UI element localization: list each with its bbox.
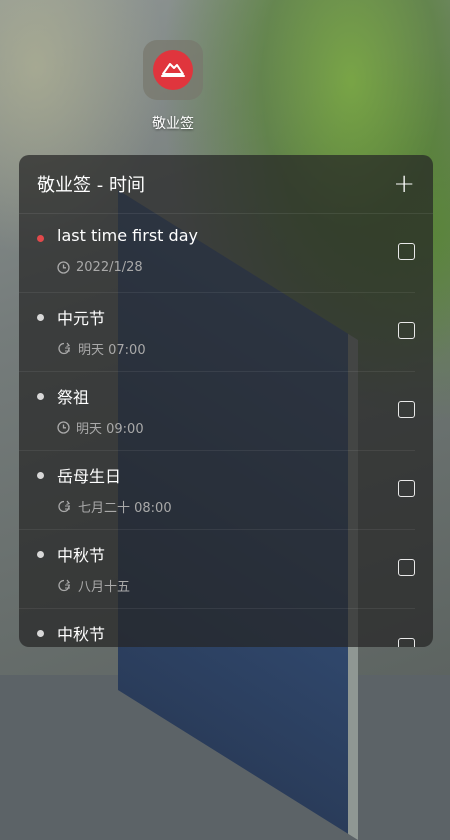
lunar-repeat-icon <box>57 342 72 355</box>
app-label[interactable]: 敬业签 <box>123 113 223 133</box>
list-item[interactable]: last time first day 2022/1/28 <box>19 214 415 293</box>
app-icon[interactable] <box>143 40 203 100</box>
item-meta: 明天 09:00 <box>57 418 144 437</box>
list-item[interactable]: 中秋节 八月十五 <box>19 530 415 609</box>
clock-icon <box>57 261 70 274</box>
item-meta: 明天 07:00 <box>57 339 146 358</box>
item-title: 岳母生日 <box>57 467 122 486</box>
status-dot <box>37 235 44 242</box>
time-widget: 敬业签 - 时间 + last time first day 2022/1/28… <box>19 155 433 647</box>
item-title: 中元节 <box>57 309 106 328</box>
status-dot <box>37 472 44 479</box>
list-item[interactable]: 中元节 明天 07:00 <box>19 293 415 372</box>
item-time: 七月二十 08:00 <box>78 501 172 516</box>
widget-title[interactable]: 敬业签 - 时间 <box>37 171 145 197</box>
item-meta: 七月二十 08:00 <box>57 497 172 516</box>
item-title: 中秋节 <box>57 625 106 644</box>
item-checkbox[interactable] <box>398 322 415 339</box>
item-checkbox[interactable] <box>398 243 415 260</box>
status-dot <box>37 630 44 637</box>
status-dot <box>37 551 44 558</box>
item-time: 2022/1/28 <box>76 260 143 275</box>
list-item[interactable]: 中秋节 <box>19 609 415 647</box>
item-time: 明天 07:00 <box>78 343 146 358</box>
item-checkbox[interactable] <box>398 480 415 497</box>
item-time: 明天 09:00 <box>76 422 144 437</box>
item-title: 中秋节 <box>57 546 106 565</box>
clock-icon <box>57 421 70 434</box>
lunar-repeat-icon <box>57 500 72 513</box>
jingye-logo-icon <box>153 50 193 90</box>
lunar-repeat-icon <box>57 579 72 592</box>
item-time: 八月十五 <box>78 580 131 595</box>
item-checkbox[interactable] <box>398 638 415 647</box>
item-meta: 八月十五 <box>57 576 130 595</box>
item-meta: 2022/1/28 <box>57 260 143 275</box>
list-item[interactable]: 祭祖 明天 09:00 <box>19 372 415 451</box>
list-item[interactable]: 岳母生日 七月二十 08:00 <box>19 451 415 530</box>
status-dot <box>37 314 44 321</box>
add-button[interactable]: + <box>393 171 415 197</box>
item-title: last time first day <box>57 226 198 245</box>
status-dot <box>37 393 44 400</box>
item-title: 祭祖 <box>57 388 90 407</box>
item-checkbox[interactable] <box>398 559 415 576</box>
widget-header: 敬业签 - 时间 + <box>19 155 433 214</box>
item-checkbox[interactable] <box>398 401 415 418</box>
